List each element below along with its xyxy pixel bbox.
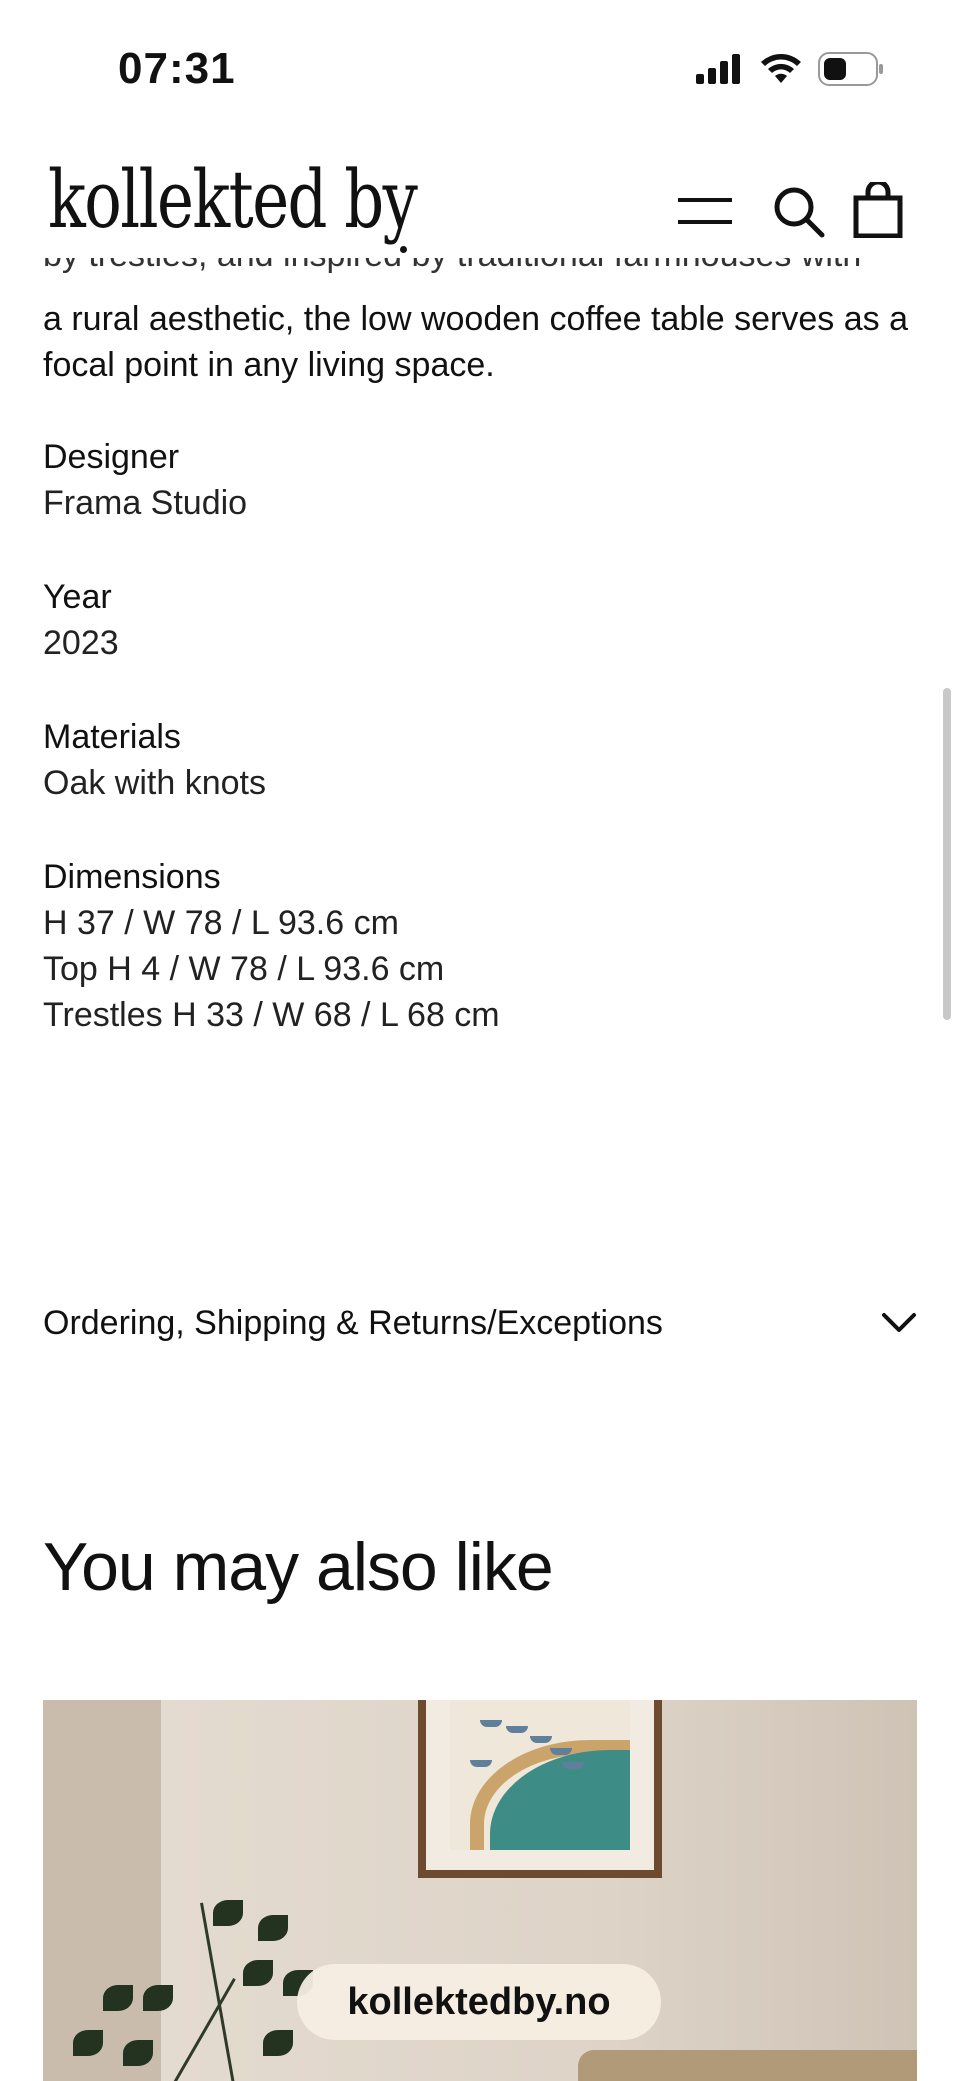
spec-dimensions: Dimensions H 37 / W 78 / L 93.6 cm Top H… (43, 854, 500, 1038)
cellular-signal-icon (696, 54, 744, 89)
painting-boat (530, 1736, 552, 1743)
painting-boat (506, 1726, 528, 1733)
painting-boat (550, 1748, 572, 1755)
painting-boat (470, 1760, 492, 1767)
plant-leaf (103, 1985, 133, 2011)
site-header: kollekted by (0, 140, 960, 270)
spec-value: H 37 / W 78 / L 93.6 cm (43, 904, 399, 942)
spec-label: Year (43, 578, 112, 616)
status-icons (696, 52, 884, 91)
plant-leaf (143, 1985, 173, 2011)
spec-value: Frama Studio (43, 484, 248, 522)
plant-leaf (123, 2040, 153, 2066)
framed-painting (418, 1700, 662, 1878)
recommendations-title: You may also like (43, 1529, 554, 1605)
spec-value: Top H 4 / W 78 / L 93.6 cm (43, 950, 445, 988)
site-logo[interactable]: kollekted by (48, 160, 418, 240)
sofa (578, 2050, 917, 2081)
plant-leaf (243, 1960, 273, 1986)
status-bar: 07:31 (0, 0, 960, 140)
spec-year: Year 2023 (43, 574, 119, 666)
shopping-bag-icon[interactable] (853, 179, 903, 243)
painting-boat (480, 1720, 502, 1727)
plant-leaf (258, 1915, 288, 1941)
logo-dot (400, 246, 407, 253)
spec-label: Designer (43, 438, 180, 476)
spec-value: Trestles H 33 / W 68 / L 68 cm (43, 996, 500, 1034)
search-icon[interactable] (773, 186, 825, 243)
shipping-returns-accordion[interactable]: Ordering, Shipping & Returns/Exceptions (43, 1298, 917, 1348)
painting-canvas (450, 1700, 630, 1850)
battery-icon (818, 52, 884, 91)
status-time: 07:31 (118, 44, 236, 93)
plant-leaf (73, 2030, 103, 2056)
plant-leaf (213, 1900, 243, 1926)
image-wall-shadow (43, 1700, 161, 2081)
plant-leaf (263, 2030, 293, 2056)
spec-value: Oak with knots (43, 764, 266, 802)
spec-designer: Designer Frama Studio (43, 434, 247, 526)
accordion-label: Ordering, Shipping & Returns/Exceptions (43, 1303, 663, 1342)
chevron-down-icon[interactable] (881, 1304, 917, 1343)
menu-icon[interactable] (678, 196, 732, 231)
spec-materials: Materials Oak with knots (43, 714, 266, 806)
scrollbar[interactable] (943, 688, 951, 1020)
spec-label: Dimensions (43, 858, 221, 896)
painting-boat (562, 1762, 584, 1769)
product-description: a rural aesthetic, the low wooden coffee… (43, 300, 908, 384)
wifi-icon (760, 53, 802, 90)
watermark-badge: kollektedby.no (297, 1964, 661, 2040)
spec-label: Materials (43, 718, 181, 756)
spec-value: 2023 (43, 624, 119, 662)
description-clipped-line: by trestles, and inspired by traditional… (43, 258, 923, 288)
